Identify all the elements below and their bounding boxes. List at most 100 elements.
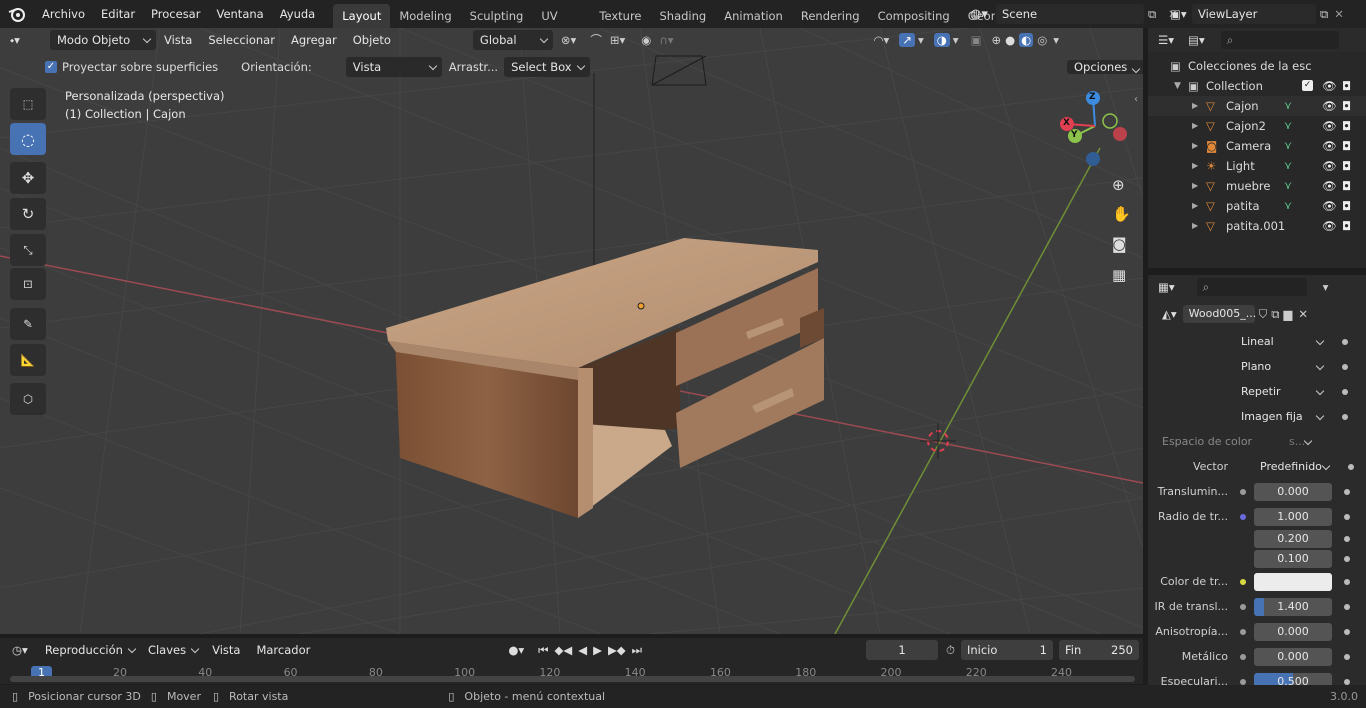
eye-icon[interactable]: 👁 — [1322, 76, 1337, 96]
eye-icon[interactable]: 👁 — [1322, 116, 1337, 136]
viewport-menu-objeto[interactable]: Objeto — [345, 29, 399, 51]
view-layer-field[interactable]: ViewLayer — [1192, 4, 1316, 24]
outliner-item-muebre[interactable]: ▶ ▽ muebre ⋎ 👁 ◘ — [1148, 176, 1366, 196]
mode-dropdown[interactable]: Modo Objeto — [50, 30, 156, 50]
render-camera-icon[interactable]: ◘ — [1342, 156, 1351, 176]
play-reverse-icon[interactable]: ◀ — [578, 643, 587, 657]
marker-menu[interactable]: Marcador — [248, 639, 318, 661]
remove-view-layer-icon[interactable]: ✕ — [1334, 7, 1344, 21]
socket-dot[interactable] — [1240, 678, 1246, 685]
end-frame-field[interactable]: Fin 250 — [1058, 640, 1139, 660]
keyframe-dot[interactable] — [1348, 463, 1354, 470]
render-camera-icon[interactable]: ◘ — [1342, 76, 1351, 96]
jump-end-icon[interactable]: ⏭ — [632, 643, 642, 658]
tab-compositing[interactable]: Compositing — [869, 4, 959, 28]
copy-scene-icon[interactable]: ⧉ — [1148, 7, 1164, 22]
data-icon[interactable]: ⋎ — [1284, 196, 1292, 216]
display-mode-icon[interactable]: ▤▾ — [1188, 33, 1205, 47]
eye-icon[interactable]: 👁 — [1322, 96, 1337, 116]
texture-name-field[interactable]: Wood005_... — [1182, 305, 1256, 323]
keyframe-dot[interactable] — [1344, 488, 1350, 495]
keyframe-dot[interactable] — [1344, 603, 1350, 610]
unlink-icon[interactable]: ✕ — [1298, 307, 1308, 321]
render-camera-icon[interactable]: ◘ — [1342, 196, 1351, 216]
outliner-item-cajon[interactable]: ▶ ▽ Cajon ⋎ 👁 ◘ — [1148, 96, 1366, 116]
scale-tool[interactable]: ⤡ — [10, 234, 46, 266]
render-camera-icon[interactable]: ◘ — [1342, 116, 1351, 136]
tab-texture-paint[interactable]: Texture Paint — [590, 4, 650, 28]
keyframe-dot[interactable] — [1342, 338, 1348, 345]
measure-tool[interactable]: 📐 — [10, 344, 46, 376]
pan-hand-icon[interactable]: ✋ — [1112, 205, 1131, 223]
viewport-menu-seleccionar[interactable]: Seleccionar — [200, 29, 283, 51]
expand-icon[interactable]: ▶ — [1192, 96, 1206, 116]
tab-modeling[interactable]: Modeling — [390, 4, 460, 28]
tab-shading[interactable]: Shading — [651, 4, 716, 28]
camera-view-icon[interactable]: ◙ — [1112, 235, 1127, 253]
project-surface-checkbox[interactable]: ✓ — [45, 61, 57, 73]
visibility-icon[interactable]: ◠▾ — [874, 33, 890, 47]
add-cube-tool[interactable]: ⬡ — [10, 383, 46, 415]
prev-keyframe-icon[interactable]: ◆◀ — [555, 643, 573, 657]
projection-dropdown[interactable]: Plano — [1234, 357, 1330, 376]
keyframe-dot[interactable] — [1344, 556, 1350, 562]
keyframe-dot[interactable] — [1344, 653, 1350, 660]
play-icon[interactable]: ▶ — [593, 643, 602, 657]
property-value-field[interactable]: 0.100 — [1254, 550, 1332, 568]
shading-wireframe-icon[interactable]: ⊕ — [991, 33, 1001, 47]
data-icon[interactable]: ⋎ — [1284, 136, 1292, 156]
color-space-dropdown[interactable]: s... — [1282, 432, 1318, 451]
expand-icon[interactable]: ▶ — [1192, 216, 1206, 236]
render-camera-icon[interactable]: ◘ — [1342, 96, 1351, 116]
menu-ayuda[interactable]: Ayuda — [272, 0, 324, 28]
keyframe-dot[interactable] — [1344, 628, 1350, 635]
extension-dropdown[interactable]: Repetir — [1234, 382, 1330, 401]
gizmo-toggle-icon[interactable]: ↗ — [899, 33, 915, 47]
properties-search-input[interactable]: ⌕ — [1196, 278, 1307, 296]
transform-orientation-dropdown[interactable]: Global — [472, 30, 553, 50]
shading-rendered-icon[interactable]: ◎ — [1037, 33, 1047, 47]
zoom-icon[interactable]: ⊕ — [1112, 176, 1125, 194]
data-icon[interactable]: ⋎ — [1284, 156, 1292, 176]
timeline-view-menu[interactable]: Vista — [204, 639, 248, 661]
interpolation-dropdown[interactable]: Lineal — [1234, 332, 1330, 351]
property-slider[interactable]: 1.400 — [1254, 597, 1332, 616]
vector-input[interactable]: Predefinido — [1240, 457, 1336, 476]
jump-start-icon[interactable]: ⏮ — [538, 643, 548, 658]
render-camera-icon[interactable]: ◘ — [1342, 176, 1351, 196]
overlay-icon[interactable]: ◑ — [933, 33, 950, 47]
scene-name-field[interactable]: Scene — [996, 4, 1144, 24]
render-camera-icon[interactable]: ◘ — [1342, 216, 1351, 236]
fake-user-icon[interactable]: ⛉ — [1259, 307, 1268, 322]
copy-view-layer-icon[interactable]: ⧉ — [1320, 7, 1328, 22]
blender-logo-icon[interactable] — [0, 5, 34, 23]
editor-type-icon[interactable]: ⬩▾ — [10, 33, 44, 48]
transform-tool[interactable]: ⊡ — [10, 268, 46, 300]
tab-layout[interactable]: Layout — [333, 3, 391, 28]
outliner-editor-icon[interactable]: ☰▾ — [1158, 33, 1174, 47]
source-dropdown[interactable]: Imagen fija — [1234, 407, 1330, 426]
socket-dot[interactable] — [1240, 603, 1246, 610]
gizmo-dropdown-icon[interactable]: ▾ — [918, 33, 924, 47]
data-icon[interactable]: ⋎ — [1284, 96, 1292, 116]
outliner-item-light[interactable]: ▶ ☀ Light ⋎ 👁 ◘ — [1148, 156, 1366, 176]
duplicate-icon[interactable]: ⧉ — [1271, 307, 1279, 322]
socket-dot[interactable] — [1240, 653, 1246, 660]
menu-procesar[interactable]: Procesar — [143, 0, 208, 28]
collapse-icon[interactable]: ▼ — [1174, 76, 1188, 96]
pivot-icon[interactable]: ⊗▾ — [561, 33, 576, 47]
xray-icon[interactable]: ▣ — [971, 33, 982, 47]
snap-target-icon[interactable]: ⊞▾ — [610, 33, 625, 47]
next-keyframe-icon[interactable]: ▶◆ — [608, 643, 626, 657]
timeline-scrollbar[interactable] — [10, 676, 1135, 682]
expand-icon[interactable]: ▶ — [1192, 156, 1206, 176]
render-camera-icon[interactable]: ◘ — [1342, 136, 1351, 156]
move-tool[interactable]: ✥ — [10, 162, 46, 194]
image-texture-icon[interactable]: ◭▾ — [1162, 307, 1177, 321]
options-dropdown[interactable]: Opciones — [1067, 60, 1143, 74]
stopwatch-icon[interactable]: ⏱ — [946, 643, 955, 658]
tab-rendering[interactable]: Rendering — [792, 4, 869, 28]
keyframe-dot[interactable] — [1344, 513, 1350, 520]
orientation-dropdown[interactable]: Vista — [345, 57, 442, 77]
tab-uv-editing[interactable]: UV Editing — [532, 4, 590, 28]
